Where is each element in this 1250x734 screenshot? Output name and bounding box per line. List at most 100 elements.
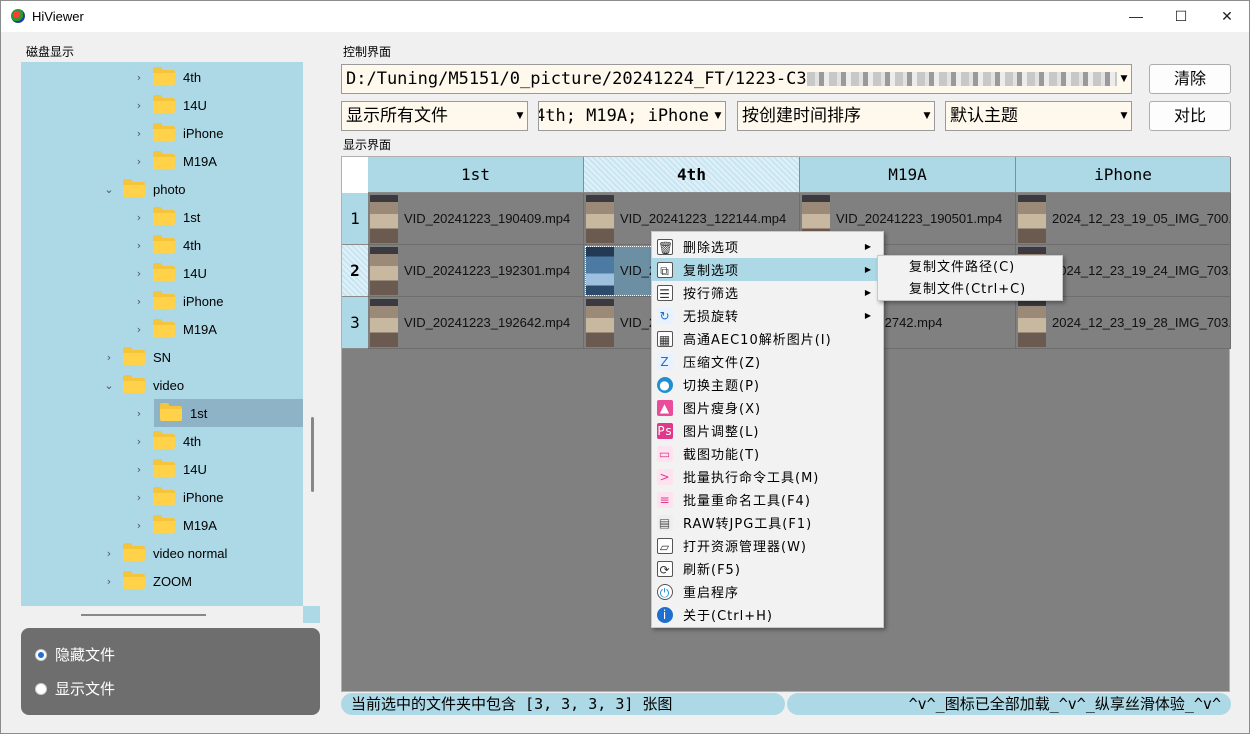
chevron-right-icon[interactable]: › bbox=[131, 155, 147, 168]
tree-item[interactable]: › video normal bbox=[101, 539, 303, 567]
tree-item[interactable]: › iPhone bbox=[131, 483, 303, 511]
folders-combobox[interactable]: 4th; M19A; iPhone ▼ bbox=[538, 101, 726, 131]
compare-button[interactable]: 对比 bbox=[1149, 101, 1231, 131]
row-header[interactable]: 2 bbox=[342, 245, 368, 297]
show-files-radio[interactable]: 显示文件 bbox=[35, 678, 115, 699]
title-bar[interactable]: HiViewer — ☐ ✕ bbox=[1, 1, 1249, 32]
context-menu-item[interactable]: ≡ 批量重命名工具(F4) bbox=[652, 488, 883, 511]
tree-item[interactable]: ⌄ photo bbox=[101, 175, 303, 203]
tree-item[interactable]: › iPhone bbox=[131, 119, 303, 147]
path-combobox[interactable]: D:/Tuning/M5151/0_picture/20241224_FT/12… bbox=[341, 64, 1132, 94]
copy-path-menu-item[interactable]: 复制文件路径(C) bbox=[878, 258, 1062, 278]
chevron-right-icon[interactable]: › bbox=[101, 575, 117, 588]
chevron-down-icon[interactable]: ▼ bbox=[711, 102, 725, 130]
tree-item[interactable]: › ZOOM bbox=[101, 567, 303, 595]
table-cell[interactable]: VID_20241223_190409.mp4 bbox=[368, 193, 584, 245]
context-menu-item[interactable]: ▦ 高通AEC10解析图片(I) bbox=[652, 327, 883, 350]
context-menu-item[interactable]: ⏻ 重启程序 bbox=[652, 580, 883, 603]
chevron-right-icon[interactable]: › bbox=[131, 267, 147, 280]
context-menu-item[interactable]: ▭ 截图功能(T) bbox=[652, 442, 883, 465]
context-menu-item[interactable]: Z 压缩文件(Z) bbox=[652, 350, 883, 373]
radio-checked-icon bbox=[35, 648, 47, 661]
folder-icon bbox=[153, 514, 175, 533]
table-cell[interactable]: 2024_12_23_19_05_IMG_700... bbox=[1016, 193, 1231, 245]
context-menu-item[interactable]: ↻ 无损旋转 ▶ bbox=[652, 304, 883, 327]
theme-combobox[interactable]: 默认主题 ▼ bbox=[945, 101, 1132, 131]
context-menu-item[interactable]: ▤ RAW转JPG工具(F1) bbox=[652, 511, 883, 534]
tree-item[interactable]: › 1st bbox=[137, 399, 303, 427]
context-menu-item[interactable]: ▲ 图片瘦身(X) bbox=[652, 396, 883, 419]
column-header[interactable]: 4th bbox=[584, 157, 800, 193]
context-menu-item[interactable]: > 批量执行命令工具(M) bbox=[652, 465, 883, 488]
chevron-down-icon[interactable]: ▼ bbox=[1117, 102, 1131, 130]
row-header[interactable]: 3 bbox=[342, 297, 368, 349]
chevron-right-icon[interactable]: › bbox=[131, 491, 147, 504]
chevron-down-icon[interactable]: ▼ bbox=[513, 102, 527, 130]
display-group-label: 显示界面 bbox=[343, 138, 392, 152]
chevron-right-icon[interactable]: › bbox=[131, 295, 147, 308]
clear-button[interactable]: 清除 bbox=[1149, 64, 1231, 94]
tree-item[interactable]: › 4th bbox=[131, 427, 303, 455]
row-header[interactable]: 1 bbox=[342, 193, 368, 245]
context-menu-item-label: 复制选项 bbox=[683, 264, 740, 279]
table-corner[interactable] bbox=[342, 157, 368, 193]
context-menu-item[interactable]: ● 切换主题(P) bbox=[652, 373, 883, 396]
folder-open-icon: ▱ bbox=[657, 537, 673, 554]
context-menu-item[interactable]: 🗑 删除选项 ▶ bbox=[652, 235, 883, 258]
chevron-right-icon[interactable]: › bbox=[131, 463, 147, 476]
filter-combobox[interactable]: 显示所有文件 ▼ bbox=[341, 101, 528, 131]
minimize-button[interactable]: — bbox=[1113, 1, 1159, 32]
folder-tree[interactable]: › 4th › 14U › iPhone › M19A ⌄ photo › 1st › 4th › 14U › i… bbox=[21, 62, 303, 606]
tree-item[interactable]: › 4th bbox=[131, 231, 303, 259]
chevron-right-icon[interactable]: › bbox=[131, 323, 147, 336]
tree-item[interactable]: › 14U bbox=[131, 259, 303, 287]
tree-item[interactable]: › iPhone bbox=[131, 287, 303, 315]
chevron-right-icon[interactable]: › bbox=[131, 519, 147, 532]
context-menu-item[interactable]: ▱ 打开资源管理器(W) bbox=[652, 534, 883, 557]
column-header[interactable]: M19A bbox=[800, 157, 1016, 193]
sort-combobox[interactable]: 按创建时间排序 ▼ bbox=[737, 101, 935, 131]
column-header[interactable]: iPhone bbox=[1016, 157, 1231, 193]
table-cell[interactable]: VID_20241223_192301.mp4 bbox=[368, 245, 584, 297]
scroll-thumb[interactable] bbox=[81, 614, 206, 616]
thumbnail-image bbox=[370, 194, 398, 243]
chevron-right-icon[interactable]: › bbox=[131, 127, 147, 140]
chevron-down-icon[interactable]: ▼ bbox=[1117, 65, 1131, 93]
chevron-right-icon[interactable]: › bbox=[131, 407, 147, 420]
tree-item-label: iPhone bbox=[183, 125, 224, 141]
table-cell[interactable]: 2024_12_23_19_28_IMG_703... bbox=[1016, 297, 1231, 349]
tree-horizontal-scrollbar[interactable] bbox=[21, 606, 303, 623]
chevron-down-icon[interactable]: ⌄ bbox=[101, 379, 117, 392]
context-menu-item[interactable]: i 关于(Ctrl+H) bbox=[652, 603, 883, 626]
tree-item[interactable]: › 14U bbox=[131, 455, 303, 483]
tree-item[interactable]: › SN bbox=[101, 343, 303, 371]
context-menu-item[interactable]: ⟳ 刷新(F5) bbox=[652, 557, 883, 580]
chevron-down-icon[interactable]: ⌄ bbox=[101, 183, 117, 196]
chevron-right-icon[interactable]: › bbox=[131, 99, 147, 112]
tree-vertical-scrollbar[interactable] bbox=[303, 62, 320, 606]
context-menu-item[interactable]: ☰ 按行筛选 ▶ bbox=[652, 281, 883, 304]
close-button[interactable]: ✕ bbox=[1204, 1, 1250, 32]
chevron-right-icon[interactable]: › bbox=[131, 211, 147, 224]
scroll-thumb[interactable] bbox=[311, 417, 314, 492]
context-menu-item[interactable]: Ps 图片调整(L) bbox=[652, 419, 883, 442]
tree-item[interactable]: › M19A bbox=[131, 511, 303, 539]
chevron-right-icon[interactable]: › bbox=[101, 547, 117, 560]
column-header[interactable]: 1st bbox=[368, 157, 584, 193]
tree-item[interactable]: › 14U bbox=[131, 91, 303, 119]
copy-file-menu-item[interactable]: 复制文件(Ctrl+C) bbox=[878, 280, 1062, 300]
chevron-right-icon[interactable]: › bbox=[131, 239, 147, 252]
chevron-right-icon[interactable]: › bbox=[101, 351, 117, 364]
hide-files-radio[interactable]: 隐藏文件 bbox=[35, 644, 115, 665]
maximize-button[interactable]: ☐ bbox=[1158, 1, 1204, 32]
chevron-right-icon[interactable]: › bbox=[131, 435, 147, 448]
context-menu-item[interactable]: ⧉ 复制选项 ▶ bbox=[652, 258, 883, 281]
tree-item[interactable]: › M19A bbox=[131, 315, 303, 343]
tree-item[interactable]: › M19A bbox=[131, 147, 303, 175]
table-cell[interactable]: VID_20241223_192642.mp4 bbox=[368, 297, 584, 349]
tree-item[interactable]: ⌄ video bbox=[101, 371, 303, 399]
tree-item[interactable]: › 1st bbox=[131, 203, 303, 231]
tree-item[interactable]: › 4th bbox=[131, 63, 303, 91]
chevron-right-icon[interactable]: › bbox=[131, 71, 147, 84]
chevron-down-icon[interactable]: ▼ bbox=[920, 102, 934, 130]
